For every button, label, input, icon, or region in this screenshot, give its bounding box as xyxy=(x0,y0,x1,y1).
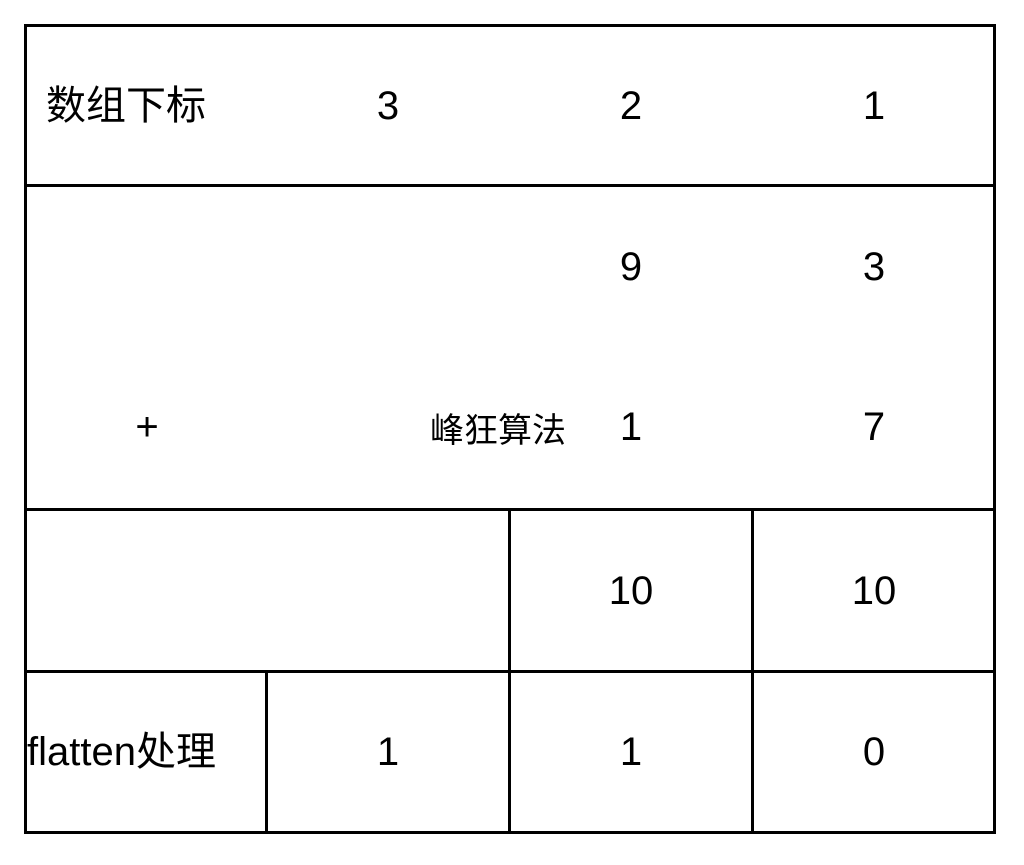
sum-cell-index-1: 10 xyxy=(851,568,897,613)
index-cell-1: 1 xyxy=(862,83,886,128)
watermark-text: 峰狂算法 xyxy=(430,411,566,451)
flatten-cell-index-3: 1 xyxy=(376,730,400,774)
flatten-cell-index-1: 0 xyxy=(862,730,886,774)
index-cell-3: 3 xyxy=(376,83,400,128)
flatten-label: flatten处理 xyxy=(27,730,216,774)
header-label: 数组下标 xyxy=(46,83,206,128)
plus-operator: + xyxy=(135,405,159,449)
addend-2-digit-index-1: 7 xyxy=(862,405,886,449)
index-cell-2: 2 xyxy=(619,83,643,128)
flatten-cell-index-2: 1 xyxy=(619,730,643,774)
addend-1-digit-index-1: 3 xyxy=(862,245,886,289)
sum-cell-index-2: 10 xyxy=(608,568,654,613)
addend-1-digit-index-2: 9 xyxy=(619,245,643,289)
